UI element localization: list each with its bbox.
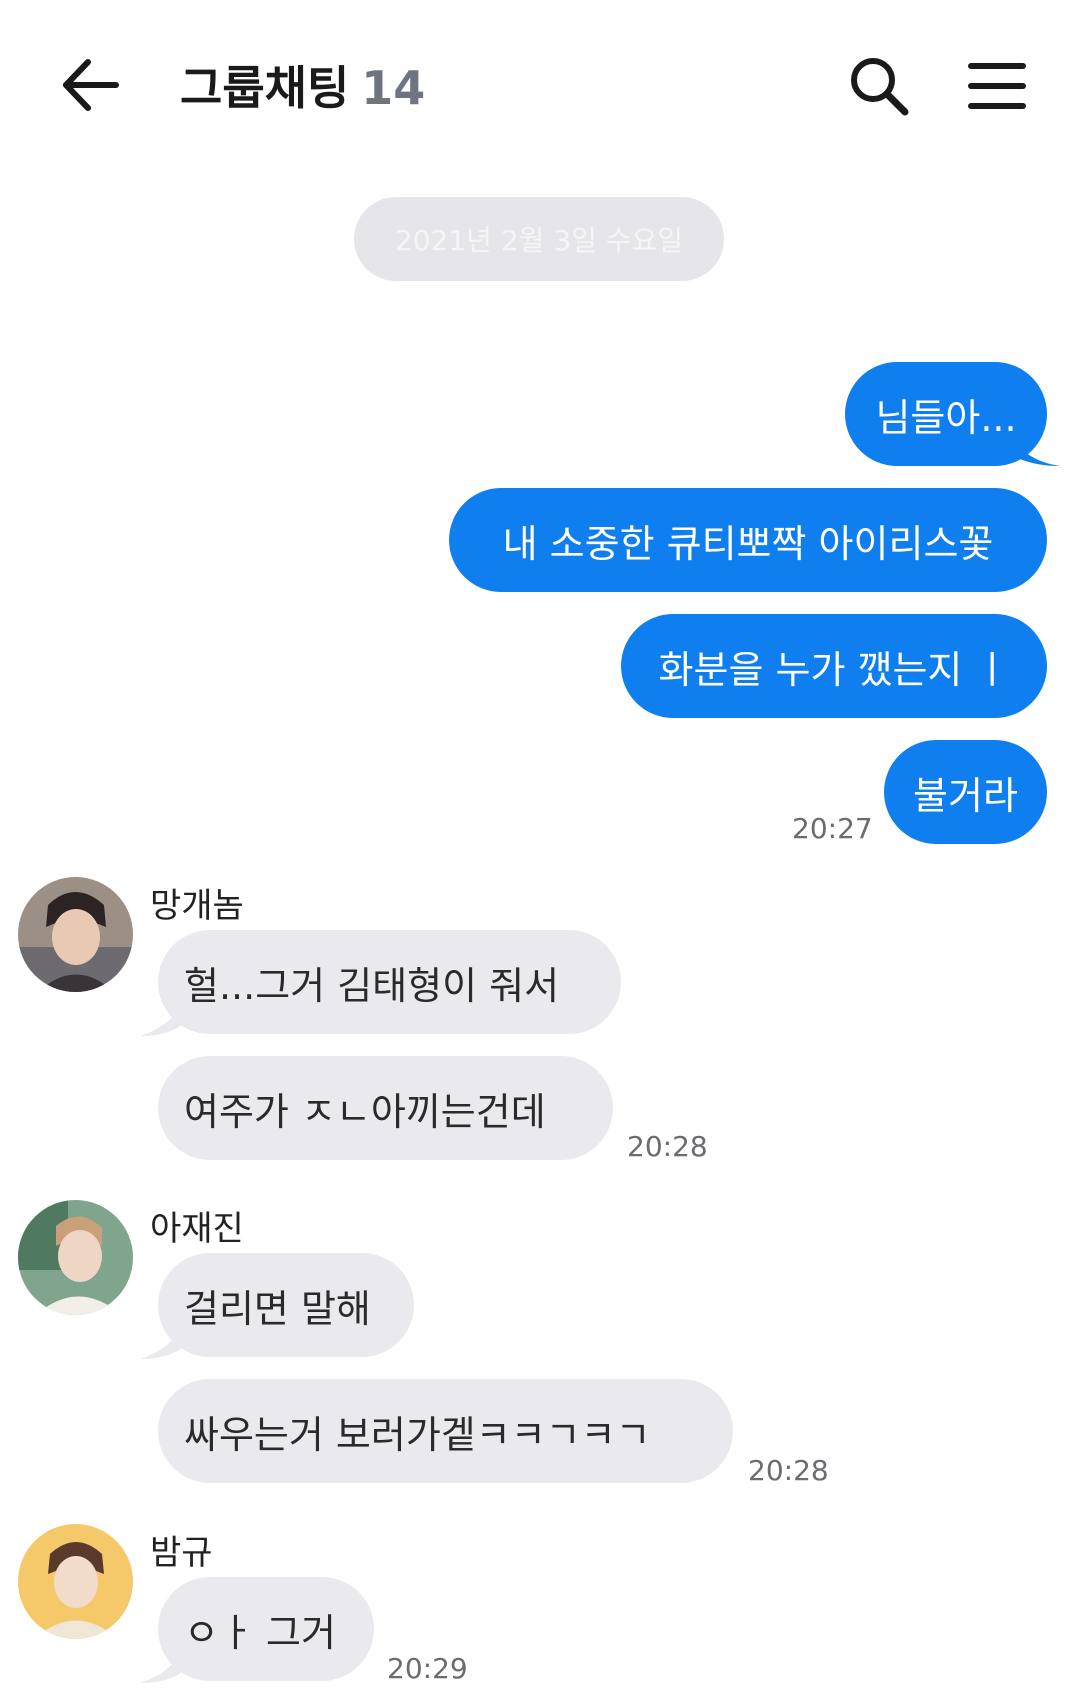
outgoing-message-bubble[interactable]: 화분을 누가 깼는지 ㅣ [621,614,1047,718]
date-divider: 2021년 2월 3일 수요일 [354,197,724,281]
incoming-message-bubble[interactable]: 싸우는거 보러가겥ㅋㅋㄱㅋㄱ [158,1379,733,1483]
search-icon[interactable] [845,52,915,122]
hamburger-menu-icon[interactable] [965,52,1035,122]
outgoing-message-bubble[interactable]: 내 소중한 큐티뽀짝 아이리스꽃 [449,488,1047,592]
outgoing-message-bubble[interactable]: 불거라 [884,740,1047,844]
sender-name: 밤규 [150,1533,213,1573]
message-timestamp: 20:29 [387,1652,468,1685]
member-count: 14 [361,61,426,115]
chat-title-text: 그룹채팅 [180,61,350,115]
bubble-tail [1010,430,1060,466]
sender-name: 망개놈 [150,886,244,926]
incoming-message-bubble[interactable]: 헐...그거 김태형이 줘서 [158,930,621,1034]
message-timestamp: 20:28 [748,1454,829,1487]
chat-title: 그룹채팅 14 [180,52,425,118]
back-arrow-icon[interactable] [58,50,128,120]
avatar-bamgyu[interactable] [18,1524,133,1639]
incoming-message-bubble[interactable]: 여주가 ㅈㄴ아끼는건데 [158,1056,613,1160]
avatar-ajaejin[interactable] [18,1200,133,1315]
chat-header: 그룹채팅 14 [0,0,1080,170]
avatar-manggaenom[interactable] [18,877,133,992]
message-timestamp: 20:27 [792,812,873,845]
message-timestamp: 20:28 [627,1130,708,1163]
incoming-message-bubble[interactable]: 걸리면 말해 [158,1253,414,1357]
incoming-message-bubble[interactable]: ㅇㅏ 그거 [158,1577,374,1681]
sender-name: 아재진 [150,1209,244,1249]
